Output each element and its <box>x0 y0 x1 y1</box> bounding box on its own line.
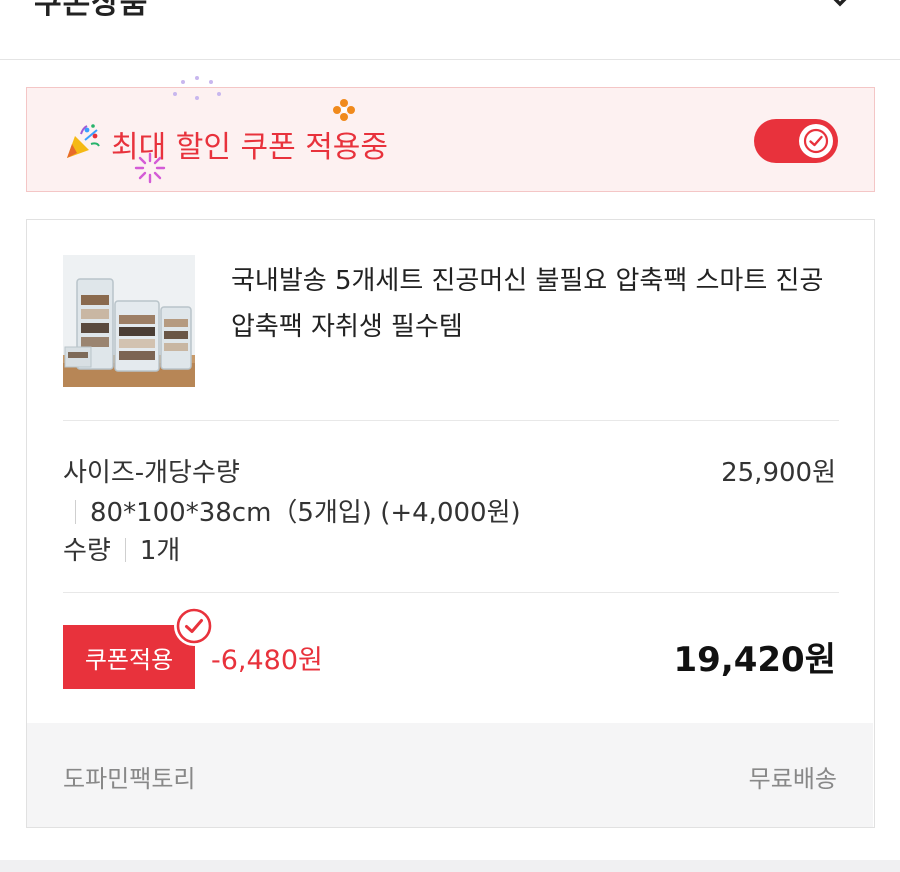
quantity-value: 1개 <box>139 536 181 566</box>
shipping-info: 무료배송 <box>748 765 837 793</box>
option-price: 25,900원 <box>721 458 836 488</box>
divider <box>63 420 839 421</box>
quantity-row: 수량 1개 <box>63 530 180 567</box>
option-value: 80*100*38cm（5개입) (+4,000원) <box>90 498 521 528</box>
section-divider <box>0 860 900 872</box>
sparkle-icon <box>173 76 221 100</box>
seller-name[interactable]: 도파민팩토리 <box>63 759 195 794</box>
close-icon <box>833 0 847 7</box>
party-popper-icon <box>67 124 100 158</box>
product-image <box>63 255 195 387</box>
final-price: 19,420원 <box>673 640 836 680</box>
separator <box>75 499 76 524</box>
product-card: 국내발송 5개세트 진공머신 불필요 압축팩 스마트 진공 압축팩 자취생 필수… <box>26 219 875 828</box>
checkmark-icon <box>176 608 212 644</box>
coupon-check-badge <box>174 606 214 646</box>
product-thumbnail[interactable] <box>63 255 195 387</box>
max-discount-toggle[interactable] <box>754 119 838 163</box>
separator <box>124 537 126 562</box>
sheet-header: 쿠폰상품 <box>0 0 900 60</box>
apply-coupon-label: 쿠폰적용 <box>84 645 174 674</box>
quantity-label: 수량 <box>63 536 111 566</box>
discount-amount: -6,480원 <box>211 645 323 676</box>
burst-icon <box>134 152 166 184</box>
max-discount-banner: 최대 할인 쿠폰 적용중 <box>26 76 875 192</box>
seller-footer: 도파민팩토리 무료배송 <box>27 723 873 827</box>
close-button[interactable] <box>818 0 862 16</box>
product-name[interactable]: 국내발송 5개세트 진공머신 불필요 압축팩 스마트 진공 압축팩 자취생 필수… <box>231 258 841 350</box>
checkmark-icon <box>803 128 829 154</box>
toggle-knob <box>799 124 833 158</box>
flower-icon <box>333 99 355 121</box>
option-value-row: 80*100*38cm（5개입) (+4,000원) <box>63 492 521 529</box>
page-title: 쿠폰상품 <box>34 0 149 21</box>
divider <box>63 592 839 593</box>
coupon-product-sheet: 쿠폰상품 최대 할인 쿠폰 적용중 국내발송 5개세트 진공머신 불필요 압축팩… <box>0 0 900 872</box>
option-label: 사이즈-개당수량 <box>63 458 240 488</box>
